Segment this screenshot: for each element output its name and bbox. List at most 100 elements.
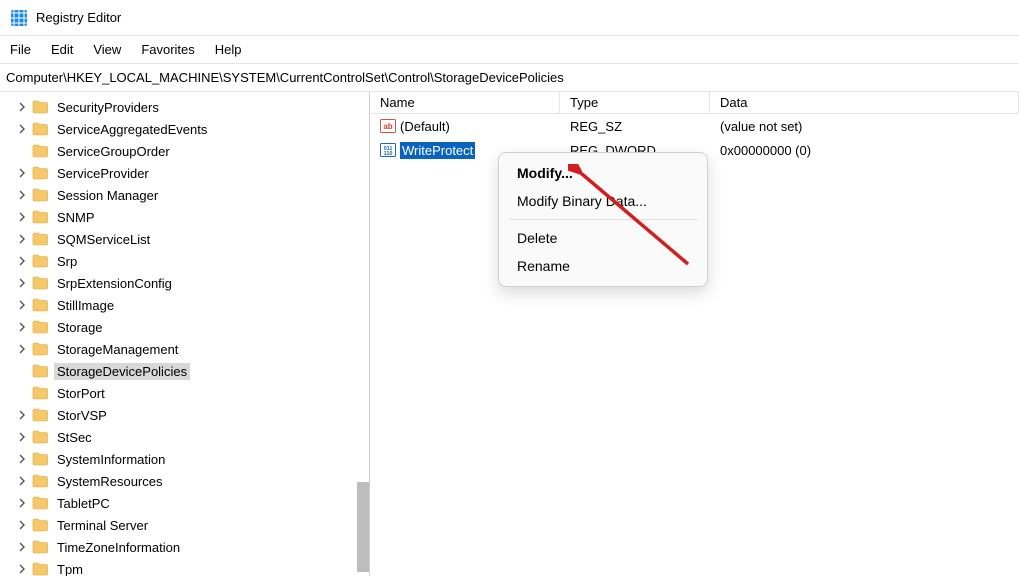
tree-item-label: StorVSP xyxy=(54,407,110,424)
tree-item-storvsp[interactable]: StorVSP xyxy=(0,404,369,426)
chevron-right-icon[interactable] xyxy=(16,563,28,575)
tree-item-label: SystemInformation xyxy=(54,451,168,468)
menu-item-delete[interactable]: Delete xyxy=(499,224,707,252)
tree-item-label: SNMP xyxy=(54,209,98,226)
chevron-right-icon[interactable] xyxy=(16,431,28,443)
chevron-right-icon[interactable] xyxy=(16,123,28,135)
tree-item-tpm[interactable]: Tpm xyxy=(0,558,369,576)
chevron-right-icon[interactable] xyxy=(16,519,28,531)
tree-pane[interactable]: SecurityProviders ServiceAggregatedEvents… xyxy=(0,92,370,576)
menu-favorites[interactable]: Favorites xyxy=(141,42,194,57)
context-menu-separator xyxy=(509,219,697,220)
tree-item-label: Terminal Server xyxy=(54,517,151,534)
titlebar: Registry Editor xyxy=(0,0,1019,36)
chevron-right-icon[interactable] xyxy=(16,299,28,311)
tree-item-session-manager[interactable]: Session Manager xyxy=(0,184,369,206)
addressbar[interactable]: Computer\HKEY_LOCAL_MACHINE\SYSTEM\Curre… xyxy=(0,64,1019,92)
tree-item-label: ServiceAggregatedEvents xyxy=(54,121,210,138)
folder-icon xyxy=(32,342,48,356)
folder-icon xyxy=(32,232,48,246)
menu-view[interactable]: View xyxy=(93,42,121,57)
chevron-right-icon[interactable] xyxy=(16,211,28,223)
tree-item-securityproviders[interactable]: SecurityProviders xyxy=(0,96,369,118)
folder-icon xyxy=(32,496,48,510)
tree-item-storagedevicepolicies[interactable]: StorageDevicePolicies xyxy=(0,360,369,382)
folder-icon xyxy=(32,408,48,422)
cell-data: (value not set) xyxy=(710,119,1019,134)
chevron-right-icon[interactable] xyxy=(16,277,28,289)
chevron-right-icon[interactable] xyxy=(16,541,28,553)
tree-item-servicegrouporder[interactable]: ServiceGroupOrder xyxy=(0,140,369,162)
tree-item-label: Srp xyxy=(54,253,80,270)
tree-item-stillimage[interactable]: StillImage xyxy=(0,294,369,316)
tree-item-serviceaggregatedevents[interactable]: ServiceAggregatedEvents xyxy=(0,118,369,140)
chevron-right-icon[interactable] xyxy=(16,189,28,201)
folder-icon xyxy=(32,166,48,180)
value-name: WriteProtect xyxy=(400,142,475,159)
chevron-right-icon[interactable] xyxy=(16,453,28,465)
tree-item-storport[interactable]: StorPort xyxy=(0,382,369,404)
folder-icon xyxy=(32,320,48,334)
folder-icon xyxy=(32,518,48,532)
tree-item-label: StillImage xyxy=(54,297,117,314)
column-name[interactable]: Name xyxy=(370,92,560,113)
tree-item-label: Tpm xyxy=(54,561,86,576)
tree-item-serviceprovider[interactable]: ServiceProvider xyxy=(0,162,369,184)
chevron-right-icon[interactable] xyxy=(16,497,28,509)
chevron-right-icon[interactable] xyxy=(16,167,28,179)
tree-item-timezoneinformation[interactable]: TimeZoneInformation xyxy=(0,536,369,558)
menubar: File Edit View Favorites Help xyxy=(0,36,1019,64)
window-title: Registry Editor xyxy=(36,10,121,25)
tree-item-label: StSec xyxy=(54,429,95,446)
binary-value-icon: 011110 xyxy=(380,142,396,158)
folder-icon xyxy=(32,144,48,158)
folder-icon xyxy=(32,474,48,488)
tree-item-storagemanagement[interactable]: StorageManagement xyxy=(0,338,369,360)
menu-edit[interactable]: Edit xyxy=(51,42,73,57)
chevron-right-icon[interactable] xyxy=(16,255,28,267)
tree-item-srp[interactable]: Srp xyxy=(0,250,369,272)
folder-icon xyxy=(32,540,48,554)
addressbar-path: Computer\HKEY_LOCAL_MACHINE\SYSTEM\Curre… xyxy=(6,70,564,85)
menu-file[interactable]: File xyxy=(10,42,31,57)
tree-item-storage[interactable]: Storage xyxy=(0,316,369,338)
tree-item-label: TimeZoneInformation xyxy=(54,539,183,556)
cell-type: REG_SZ xyxy=(560,119,710,134)
column-data[interactable]: Data xyxy=(710,92,1019,113)
tree-item-snmp[interactable]: SNMP xyxy=(0,206,369,228)
folder-icon xyxy=(32,562,48,576)
tree-item-sqmservicelist[interactable]: SQMServiceList xyxy=(0,228,369,250)
svg-text:ab: ab xyxy=(383,122,392,131)
tree-item-label: Session Manager xyxy=(54,187,161,204)
column-type[interactable]: Type xyxy=(560,92,710,113)
tree-item-srpextensionconfig[interactable]: SrpExtensionConfig xyxy=(0,272,369,294)
tree-item-systemresources[interactable]: SystemResources xyxy=(0,470,369,492)
chevron-right-icon[interactable] xyxy=(16,343,28,355)
folder-icon xyxy=(32,364,48,378)
tree-item-label: ServiceGroupOrder xyxy=(54,143,173,160)
window-root: Registry Editor File Edit View Favorites… xyxy=(0,0,1019,576)
tree-item-tabletpc[interactable]: TabletPC xyxy=(0,492,369,514)
list-pane: Name Type Data ab (Default) REG_SZ(value n… xyxy=(370,92,1019,576)
tree-item-systeminformation[interactable]: SystemInformation xyxy=(0,448,369,470)
chevron-right-icon[interactable] xyxy=(16,321,28,333)
value-name: (Default) xyxy=(400,119,450,134)
chevron-right-icon[interactable] xyxy=(16,409,28,421)
chevron-right-icon[interactable] xyxy=(16,233,28,245)
tree-item-stsec[interactable]: StSec xyxy=(0,426,369,448)
cell-name: ab (Default) xyxy=(370,118,560,134)
menu-item-modify[interactable]: Modify... xyxy=(499,159,707,187)
app-icon xyxy=(10,9,28,27)
list-row[interactable]: ab (Default) REG_SZ(value not set) xyxy=(370,114,1019,138)
chevron-right-icon[interactable] xyxy=(16,475,28,487)
menu-help[interactable]: Help xyxy=(215,42,242,57)
tree-scrollbar-thumb[interactable] xyxy=(357,482,369,572)
tree-item-terminal-server[interactable]: Terminal Server xyxy=(0,514,369,536)
menu-item-modify-binary[interactable]: Modify Binary Data... xyxy=(499,187,707,215)
list-header: Name Type Data xyxy=(370,92,1019,114)
chevron-right-icon[interactable] xyxy=(16,101,28,113)
tree-item-label: SrpExtensionConfig xyxy=(54,275,175,292)
folder-icon xyxy=(32,100,48,114)
folder-icon xyxy=(32,122,48,136)
menu-item-rename[interactable]: Rename xyxy=(499,252,707,280)
